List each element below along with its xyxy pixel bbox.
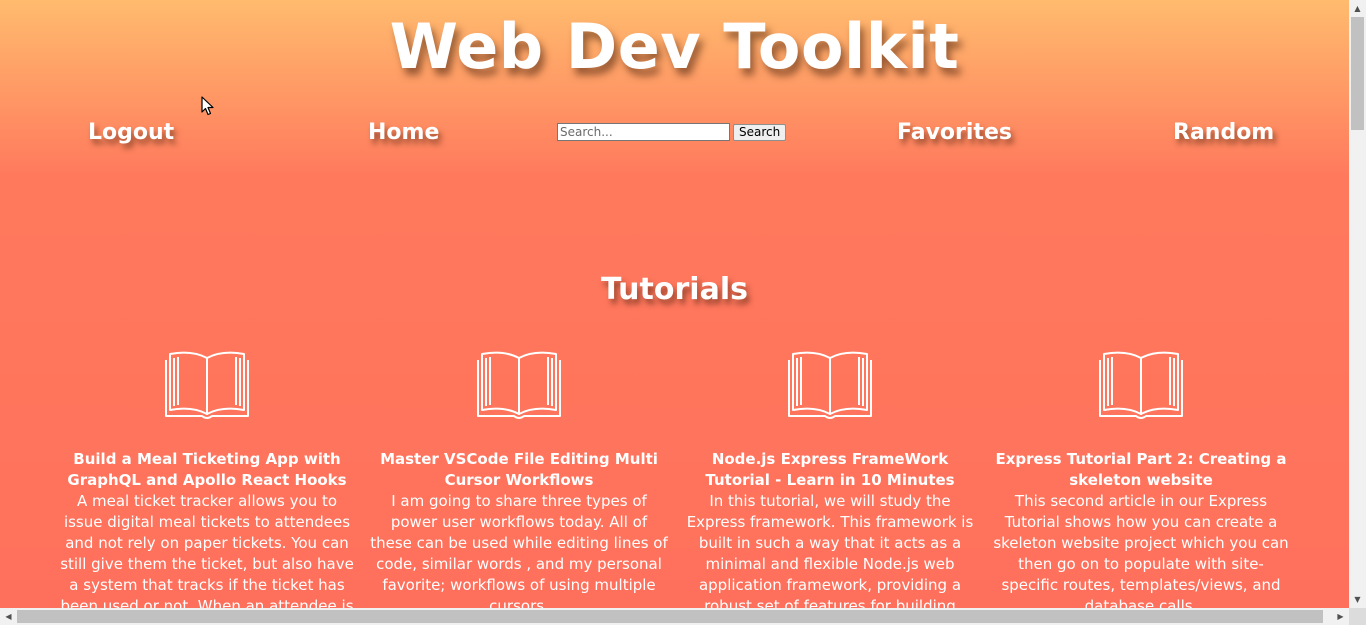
tutorial-card-description: This second article in our Express Tutor… [993, 492, 1289, 608]
tutorial-card-description: I am going to share three types of power… [370, 492, 668, 608]
vertical-scroll-thumb[interactable] [1351, 17, 1364, 130]
tutorial-card-description: A meal ticket tracker allows you to issu… [60, 492, 354, 608]
tutorials-heading: Tutorials [601, 272, 748, 307]
scroll-up-arrow-icon[interactable]: ▲ [1349, 0, 1366, 17]
search-input[interactable] [557, 123, 730, 141]
tutorial-card: Build a Meal Ticketing App with GraphQL … [57, 350, 357, 608]
nav-favorites-link[interactable]: Favorites [897, 120, 1012, 145]
mouse-pointer-icon [201, 96, 214, 116]
horizontal-scroll-thumb[interactable] [17, 610, 1323, 623]
tutorial-card-title[interactable]: Master VSCode File Editing Multi Cursor … [369, 449, 669, 491]
search-button[interactable]: Search [733, 123, 787, 141]
tutorial-card-title[interactable]: Node.js Express FrameWork Tutorial - Lea… [680, 449, 980, 491]
vertical-scrollbar[interactable]: ▲ ▼ [1349, 0, 1366, 608]
tutorial-card: Master VSCode File Editing Multi Cursor … [369, 350, 669, 608]
site-title: Web Dev Toolkit [389, 10, 960, 83]
open-book-icon [165, 351, 249, 419]
open-book-icon [788, 351, 872, 419]
nav-home-link[interactable]: Home [368, 120, 439, 145]
scroll-right-arrow-icon[interactable]: ▶ [1332, 608, 1349, 625]
tutorial-card-title[interactable]: Express Tutorial Part 2: Creating a skel… [991, 449, 1291, 491]
horizontal-scrollbar[interactable]: ◀ ▶ [0, 608, 1349, 625]
nav-logout-link[interactable]: Logout [88, 120, 174, 145]
scroll-left-arrow-icon[interactable]: ◀ [0, 608, 17, 625]
page-viewport: Web Dev Toolkit Logout Home Search Favor… [0, 0, 1349, 608]
tutorial-card: Node.js Express FrameWork Tutorial - Lea… [680, 350, 980, 608]
scrollbar-corner [1349, 608, 1366, 625]
nav-random-link[interactable]: Random [1173, 120, 1274, 145]
scroll-down-arrow-icon[interactable]: ▼ [1349, 591, 1366, 608]
search-form: Search [557, 123, 787, 141]
open-book-icon [1099, 351, 1183, 419]
tutorial-card-description: In this tutorial, we will study the Expr… [686, 492, 974, 608]
tutorial-card: Express Tutorial Part 2: Creating a skel… [991, 350, 1291, 608]
tutorial-card-title[interactable]: Build a Meal Ticketing App with GraphQL … [57, 449, 357, 491]
open-book-icon [477, 351, 561, 419]
